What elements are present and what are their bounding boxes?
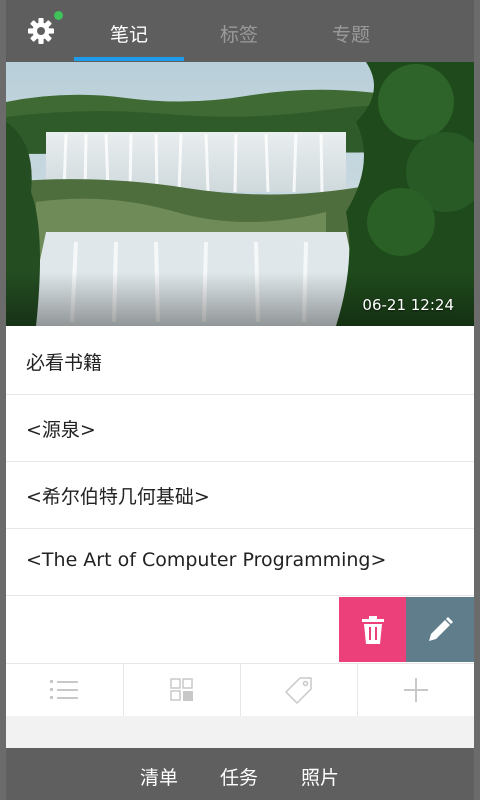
list-item[interactable]: <源泉> — [6, 395, 474, 462]
list-icon — [49, 680, 78, 699]
app-screen: 笔记 标签 专题 06-21 12:24 必看书籍 <源泉> <希尔伯特几何基础… — [0, 0, 480, 800]
note-timestamp: 06-21 12:24 — [362, 296, 454, 314]
grid-icon — [170, 678, 193, 701]
trash-icon — [361, 615, 384, 644]
list-view-button[interactable] — [6, 664, 123, 716]
pencil-icon — [429, 616, 453, 641]
add-button[interactable] — [358, 664, 474, 716]
note-title: <源泉> — [26, 419, 96, 441]
list-item[interactable]: <希尔伯特几何基础> — [6, 462, 474, 529]
tab-topics[interactable]: 专题 — [332, 20, 370, 47]
active-tab-indicator — [74, 57, 184, 61]
tag-icon — [285, 677, 312, 704]
note-title: <The Art of Computer Programming> — [26, 549, 387, 571]
top-bar: 笔记 标签 专题 — [6, 0, 474, 62]
grid-view-button[interactable] — [124, 664, 240, 716]
waterfall-photo — [6, 62, 474, 326]
plus-icon — [404, 678, 428, 702]
note-title: 必看书籍 — [26, 352, 103, 374]
delete-button[interactable] — [339, 597, 406, 662]
view-toolbar — [6, 663, 474, 716]
photo-button[interactable]: 照片 — [301, 763, 339, 790]
tag-button[interactable] — [241, 664, 357, 716]
bottom-bar: 清单 任务 照片 — [6, 748, 474, 800]
note-photo[interactable]: 06-21 12:24 — [6, 62, 474, 326]
task-button[interactable]: 任务 — [220, 763, 258, 790]
note-title: <希尔伯特几何基础> — [26, 486, 210, 508]
tab-notes[interactable]: 笔记 — [110, 20, 148, 47]
spacer-strip — [6, 716, 474, 748]
list-item[interactable]: 必看书籍 — [6, 328, 474, 395]
tab-tags[interactable]: 标签 — [220, 20, 258, 47]
checklist-button[interactable]: 清单 — [140, 763, 178, 790]
note-list: 必看书籍 <源泉> <希尔伯特几何基础> <The Art of Compute… — [6, 328, 474, 596]
edit-button[interactable] — [406, 597, 474, 662]
list-item[interactable]: <The Art of Computer Programming> — [6, 529, 474, 596]
right-edge — [474, 0, 480, 800]
status-dot — [54, 11, 63, 20]
gear-icon[interactable] — [24, 14, 58, 48]
